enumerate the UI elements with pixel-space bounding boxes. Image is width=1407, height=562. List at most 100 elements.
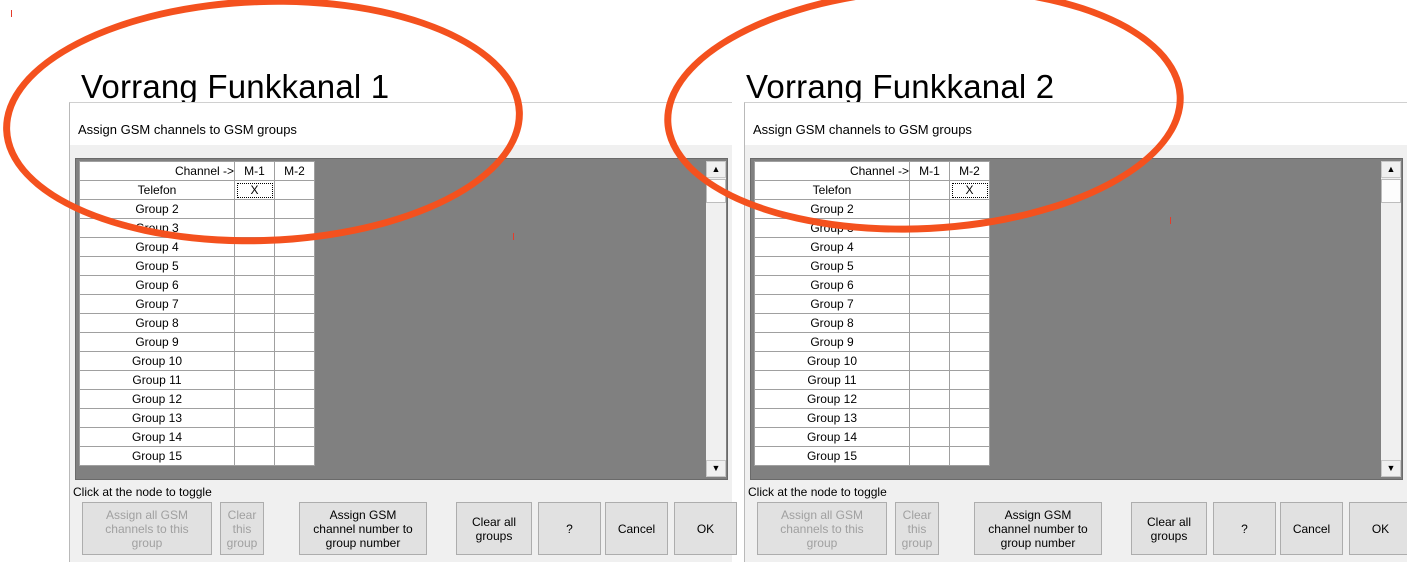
group-label: Group 15 [754, 446, 910, 466]
assignment-node[interactable] [234, 408, 275, 428]
clear-all-groups-button[interactable]: Clear all groups [456, 502, 532, 555]
assignment-node[interactable] [274, 218, 315, 238]
group-label: Group 5 [79, 256, 235, 276]
group-row: Group 4 [754, 237, 990, 257]
toggle-hint: Click at the node to toggle [73, 485, 212, 499]
assignment-node[interactable] [909, 370, 950, 390]
assignment-node[interactable] [949, 351, 990, 371]
help-button[interactable]: ? [1213, 502, 1276, 555]
stray-mark [11, 10, 12, 17]
assignment-node[interactable] [909, 332, 950, 352]
channel-column-header: M-1 [909, 161, 950, 181]
assignment-node[interactable] [909, 275, 950, 295]
assign-all-button[interactable]: Assign all GSM channels to this group [82, 502, 212, 555]
assignment-node[interactable] [234, 427, 275, 447]
clear-group-button[interactable]: Clear this group [220, 502, 264, 555]
assignment-node[interactable] [949, 332, 990, 352]
assignment-node[interactable] [909, 446, 950, 466]
cancel-button[interactable]: Cancel [605, 502, 668, 555]
assignment-node[interactable] [949, 370, 990, 390]
assignment-node[interactable]: X [949, 180, 990, 200]
group-label: Group 7 [754, 294, 910, 314]
assignment-node[interactable] [274, 408, 315, 428]
assignment-node[interactable] [949, 199, 990, 219]
assignment-node[interactable] [274, 370, 315, 390]
assignment-node[interactable] [274, 237, 315, 257]
assign-channel-number-button[interactable]: Assign GSM channel number to group numbe… [974, 502, 1102, 555]
group-row: Group 14 [754, 427, 990, 447]
assignment-node[interactable] [274, 180, 315, 200]
assignment-node[interactable] [234, 351, 275, 371]
assignment-node[interactable] [949, 237, 990, 257]
assignment-node[interactable] [949, 427, 990, 447]
assignment-node[interactable] [234, 275, 275, 295]
assignment-node[interactable] [949, 389, 990, 409]
assignment-node[interactable] [949, 294, 990, 314]
assignment-node[interactable] [909, 180, 950, 200]
assignment-node[interactable] [909, 313, 950, 333]
scroll-thumb[interactable] [1381, 179, 1401, 203]
assignment-node[interactable] [949, 256, 990, 276]
assignment-node[interactable] [274, 389, 315, 409]
group-row: Group 15 [754, 446, 990, 466]
assignment-node[interactable] [949, 446, 990, 466]
dialog-title: Assign GSM channels to GSM groups [70, 103, 732, 145]
assignment-node[interactable] [234, 294, 275, 314]
assignment-node[interactable] [909, 237, 950, 257]
scroll-down-arrow-icon[interactable]: ▼ [706, 460, 726, 477]
assignment-node[interactable] [234, 199, 275, 219]
assignment-node[interactable]: X [234, 180, 275, 200]
vertical-scrollbar[interactable]: ▲ ▼ [706, 161, 726, 477]
assignment-node[interactable] [234, 332, 275, 352]
assignment-node[interactable] [274, 294, 315, 314]
assignment-node[interactable] [234, 389, 275, 409]
assignment-node[interactable] [909, 199, 950, 219]
assignment-node[interactable] [234, 218, 275, 238]
assignment-node[interactable] [949, 218, 990, 238]
assignment-node[interactable] [909, 427, 950, 447]
cancel-button[interactable]: Cancel [1280, 502, 1343, 555]
group-label: Group 11 [79, 370, 235, 390]
assignment-node[interactable] [274, 256, 315, 276]
help-button[interactable]: ? [538, 502, 601, 555]
group-label: Group 9 [754, 332, 910, 352]
assignment-node[interactable] [234, 237, 275, 257]
assignment-node[interactable] [274, 351, 315, 371]
scroll-up-arrow-icon[interactable]: ▲ [706, 161, 726, 178]
group-row: Group 3 [754, 218, 990, 238]
assignment-node[interactable] [274, 427, 315, 447]
assignment-node[interactable] [274, 199, 315, 219]
assignment-node[interactable] [909, 256, 950, 276]
scroll-thumb[interactable] [706, 179, 726, 203]
scroll-up-arrow-icon[interactable]: ▲ [1381, 161, 1401, 178]
assign-all-button[interactable]: Assign all GSM channels to this group [757, 502, 887, 555]
group-row: Group 6 [754, 275, 990, 295]
assignment-node[interactable] [949, 313, 990, 333]
clear-all-groups-button[interactable]: Clear all groups [1131, 502, 1207, 555]
ok-button[interactable]: OK [1349, 502, 1407, 555]
assignment-node[interactable] [949, 275, 990, 295]
assignment-node[interactable] [909, 408, 950, 428]
assignment-node[interactable] [274, 446, 315, 466]
assignment-node[interactable] [274, 332, 315, 352]
assignment-node[interactable] [909, 351, 950, 371]
assignment-node[interactable] [909, 218, 950, 238]
vertical-scrollbar[interactable]: ▲ ▼ [1381, 161, 1401, 477]
assignment-node[interactable] [234, 313, 275, 333]
assignment-node[interactable] [909, 389, 950, 409]
assignment-node[interactable] [234, 446, 275, 466]
clear-group-button[interactable]: Clear this group [895, 502, 939, 555]
ok-button[interactable]: OK [674, 502, 737, 555]
assign-channel-number-button[interactable]: Assign GSM channel number to group numbe… [299, 502, 427, 555]
group-label: Group 2 [754, 199, 910, 219]
assignment-node[interactable] [274, 313, 315, 333]
channel-column-header: M-2 [949, 161, 990, 181]
assignment-node[interactable] [274, 275, 315, 295]
scroll-down-arrow-icon[interactable]: ▼ [1381, 460, 1401, 477]
group-label: Group 6 [79, 275, 235, 295]
group-label: Telefon [79, 180, 235, 200]
assignment-node[interactable] [909, 294, 950, 314]
assignment-node[interactable] [234, 370, 275, 390]
assignment-node[interactable] [949, 408, 990, 428]
assignment-node[interactable] [234, 256, 275, 276]
